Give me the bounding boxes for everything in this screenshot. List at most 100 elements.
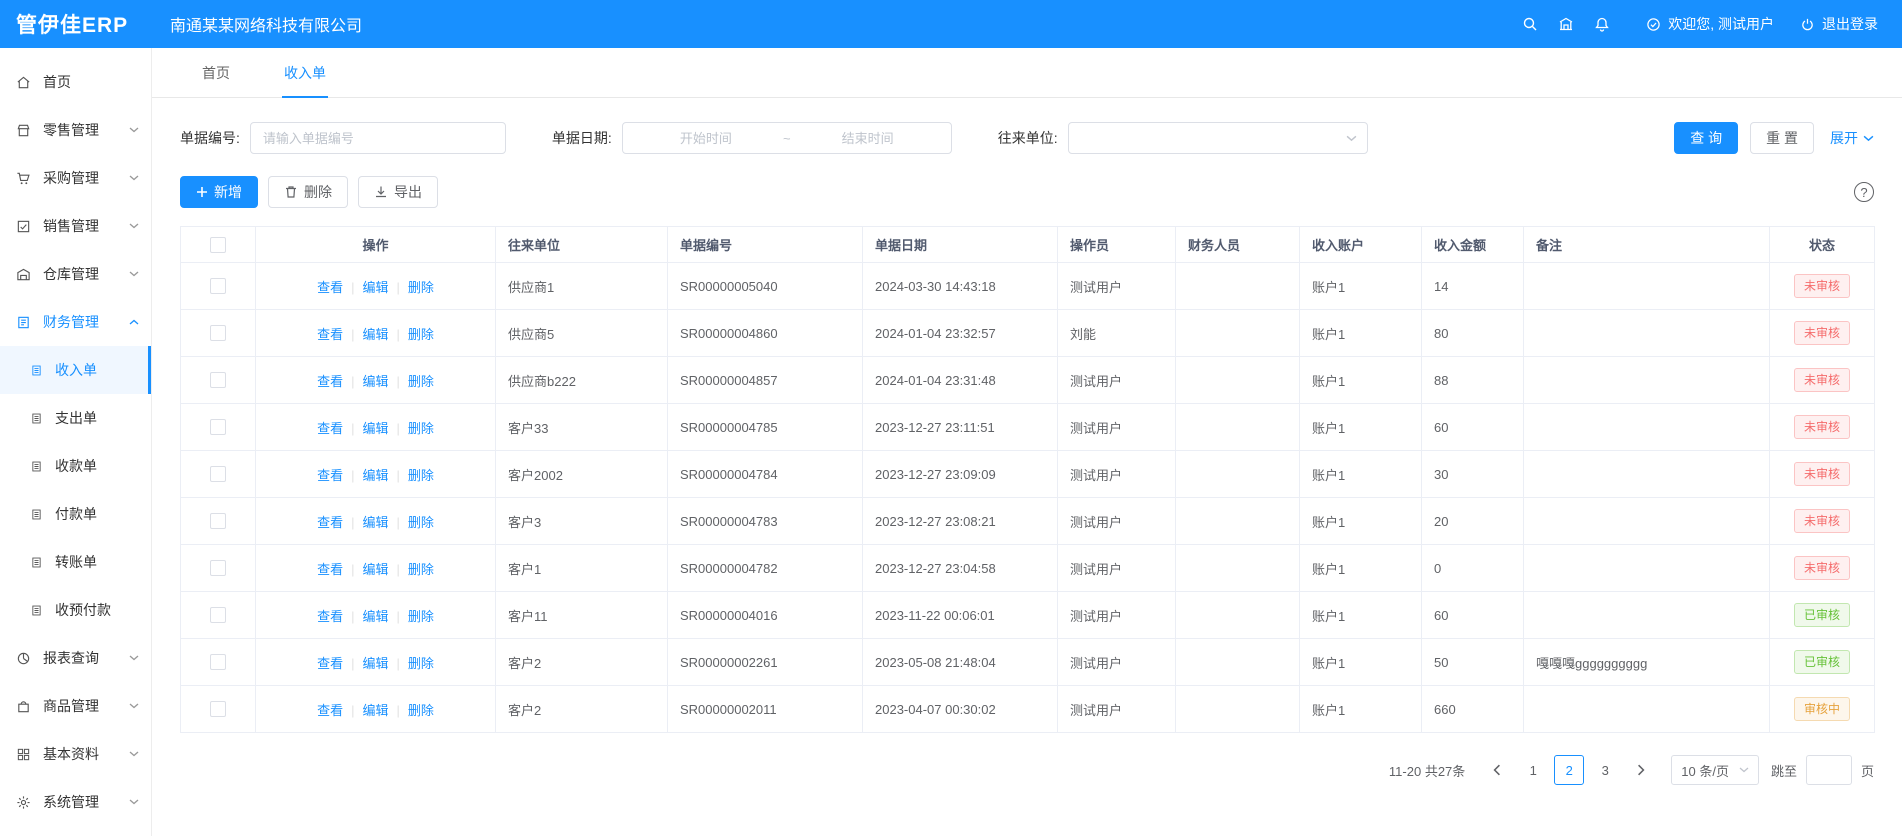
welcome-user[interactable]: 欢迎您, 测试用户 <box>1646 14 1774 34</box>
page-button-1[interactable]: 1 <box>1518 755 1548 785</box>
view-link[interactable]: 查看 <box>317 468 343 483</box>
row-checkbox[interactable] <box>210 560 226 576</box>
page-button-2[interactable]: 2 <box>1554 755 1584 785</box>
view-link[interactable]: 查看 <box>317 327 343 342</box>
delete-link[interactable]: 删除 <box>408 280 434 295</box>
cell-operator: 测试用户 <box>1058 357 1176 404</box>
row-checkbox[interactable] <box>210 278 226 294</box>
search-icon[interactable] <box>1512 0 1548 48</box>
view-link[interactable]: 查看 <box>317 280 343 295</box>
sidebar-subitem[interactable]: 转账单 <box>0 538 151 586</box>
cell-account: 账户1 <box>1300 498 1422 545</box>
expand-link[interactable]: 展开 <box>1830 128 1874 148</box>
delete-link[interactable]: 删除 <box>408 609 434 624</box>
row-checkbox[interactable] <box>210 419 226 435</box>
edit-link[interactable]: 编辑 <box>362 609 388 624</box>
sidebar-item-retail[interactable]: 零售管理 <box>0 106 151 154</box>
edit-link[interactable]: 编辑 <box>362 562 388 577</box>
edit-link[interactable]: 编辑 <box>362 327 388 342</box>
date-end-input[interactable] <box>797 131 939 146</box>
edit-link[interactable]: 编辑 <box>362 421 388 436</box>
view-link[interactable]: 查看 <box>317 421 343 436</box>
cell-account: 账户1 <box>1300 263 1422 310</box>
row-checkbox[interactable] <box>210 372 226 388</box>
edit-link[interactable]: 编辑 <box>362 515 388 530</box>
cell-actions: 查看|编辑|删除 <box>256 451 496 498</box>
sidebar-item-report[interactable]: 报表查询 <box>0 634 151 682</box>
bill-no-input[interactable] <box>250 122 506 154</box>
sidebar-item-basic[interactable]: 基本资料 <box>0 730 151 778</box>
sidebar-subitem[interactable]: 付款单 <box>0 490 151 538</box>
help-icon[interactable]: ? <box>1854 182 1874 202</box>
sidebar-item-warehouse[interactable]: 仓库管理 <box>0 250 151 298</box>
cell-operator: 测试用户 <box>1058 686 1176 733</box>
cell-remark: 嘎嘎嘎gggggggggg <box>1524 639 1770 686</box>
row-checkbox[interactable] <box>210 325 226 341</box>
edit-link[interactable]: 编辑 <box>362 374 388 389</box>
date-range-picker[interactable]: ~ <box>622 122 952 154</box>
cell-checkbox <box>181 310 256 357</box>
status-badge: 未审核 <box>1794 321 1850 345</box>
sidebar-item-purchase[interactable]: 采购管理 <box>0 154 151 202</box>
delete-link[interactable]: 删除 <box>408 468 434 483</box>
select-all-checkbox[interactable] <box>210 237 226 253</box>
tab-active[interactable]: 收入单 <box>282 48 328 97</box>
sidebar-item-goods[interactable]: 商品管理 <box>0 682 151 730</box>
row-checkbox[interactable] <box>210 607 226 623</box>
cell-status: 未审核 <box>1770 310 1875 357</box>
sidebar-item-home[interactable]: 首页 <box>0 58 151 106</box>
edit-link[interactable]: 编辑 <box>362 468 388 483</box>
delete-link[interactable]: 删除 <box>408 703 434 718</box>
link-separator: | <box>351 515 354 530</box>
view-link[interactable]: 查看 <box>317 562 343 577</box>
delete-link[interactable]: 删除 <box>408 562 434 577</box>
row-checkbox[interactable] <box>210 701 226 717</box>
cell-checkbox <box>181 357 256 404</box>
logout-button[interactable]: 退出登录 <box>1800 14 1878 34</box>
page-button-3[interactable]: 3 <box>1590 755 1620 785</box>
delete-button[interactable]: 删除 <box>268 176 348 208</box>
sidebar-subitem[interactable]: 收预付款 <box>0 586 151 634</box>
reset-button[interactable]: 重 置 <box>1750 122 1814 154</box>
sidebar-item-sales[interactable]: 销售管理 <box>0 202 151 250</box>
sidebar-subitem[interactable]: 收款单 <box>0 442 151 490</box>
edit-link[interactable]: 编辑 <box>362 280 388 295</box>
view-link[interactable]: 查看 <box>317 374 343 389</box>
row-checkbox[interactable] <box>210 466 226 482</box>
jump-input[interactable] <box>1806 755 1852 785</box>
edit-link[interactable]: 编辑 <box>362 703 388 718</box>
sidebar-subitem[interactable]: 支出单 <box>0 394 151 442</box>
cell-checkbox <box>181 592 256 639</box>
sidebar-item-finance[interactable]: 财务管理 <box>0 298 151 346</box>
edit-link[interactable]: 编辑 <box>362 656 388 671</box>
delete-link[interactable]: 删除 <box>408 421 434 436</box>
view-link[interactable]: 查看 <box>317 656 343 671</box>
retail-icon <box>16 123 34 138</box>
tab-home[interactable]: 首页 <box>200 48 232 97</box>
view-link[interactable]: 查看 <box>317 609 343 624</box>
cell-operator: 测试用户 <box>1058 545 1176 592</box>
search-button[interactable]: 查 询 <box>1674 122 1738 154</box>
row-checkbox[interactable] <box>210 654 226 670</box>
delete-link[interactable]: 删除 <box>408 327 434 342</box>
view-link[interactable]: 查看 <box>317 515 343 530</box>
delete-link[interactable]: 删除 <box>408 374 434 389</box>
date-start-input[interactable] <box>635 131 777 146</box>
sidebar-subitem[interactable]: 收入单 <box>0 346 151 394</box>
view-link[interactable]: 查看 <box>317 703 343 718</box>
cell-date: 2023-12-27 23:08:21 <box>863 498 1058 545</box>
bell-icon[interactable] <box>1584 0 1620 48</box>
home-building-icon[interactable] <box>1548 0 1584 48</box>
page-size-select[interactable]: 10 条/页 <box>1671 755 1759 785</box>
sidebar-item-system[interactable]: 系统管理 <box>0 778 151 826</box>
delete-link[interactable]: 删除 <box>408 515 434 530</box>
export-button[interactable]: 导出 <box>358 176 438 208</box>
prev-page-button[interactable] <box>1482 755 1512 785</box>
table-row: 查看|编辑|删除客户3SR000000047832023-12-27 23:08… <box>181 498 1875 545</box>
row-checkbox[interactable] <box>210 513 226 529</box>
delete-link[interactable]: 删除 <box>408 656 434 671</box>
add-button[interactable]: 新增 <box>180 176 258 208</box>
unit-select[interactable] <box>1068 122 1368 154</box>
system-icon <box>16 795 34 810</box>
next-page-button[interactable] <box>1626 755 1656 785</box>
